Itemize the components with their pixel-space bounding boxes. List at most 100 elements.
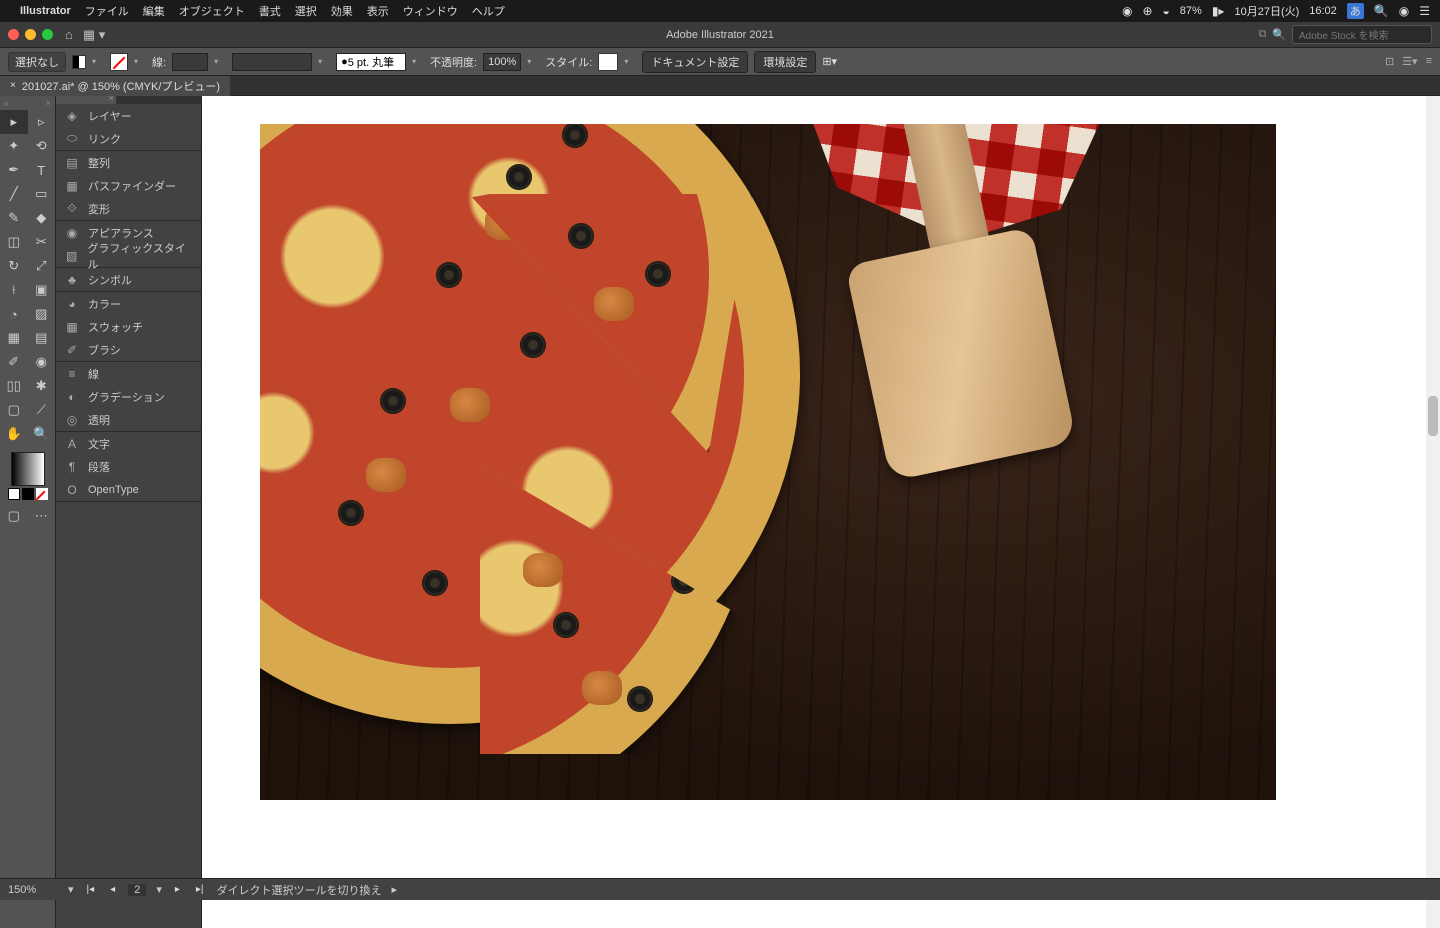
menu-effect[interactable]: 効果	[331, 3, 353, 19]
scale-tool[interactable]: ⤢	[28, 254, 56, 278]
color-mode[interactable]	[8, 488, 20, 500]
symbol-sprayer-tool[interactable]: ✱	[28, 374, 56, 398]
blend-tool[interactable]: ◉	[28, 350, 56, 374]
panel-item-グラデーション[interactable]: ◐グラデーション	[56, 385, 201, 408]
style-dropdown[interactable]: ▾	[624, 57, 636, 66]
home-button[interactable]: ⌂	[65, 27, 73, 42]
direct-selection-tool[interactable]: ▹	[28, 110, 56, 134]
zoom-window[interactable]	[42, 29, 53, 40]
menu-window[interactable]: ウィンドウ	[403, 3, 458, 19]
edit-toolbar[interactable]: ⋯	[28, 504, 56, 528]
opacity-field[interactable]: 100%	[483, 53, 521, 71]
document-setup-button[interactable]: ドキュメント設定	[642, 51, 748, 73]
shaper-tool[interactable]: ◆	[28, 206, 56, 230]
free-transform-tool[interactable]: ▣	[28, 278, 56, 302]
cc-icon[interactable]: ◉	[1122, 4, 1132, 18]
sync-icon[interactable]: ⊕	[1142, 4, 1152, 18]
scrollbar-thumb[interactable]	[1428, 396, 1438, 436]
artboard-dropdown[interactable]: ▾	[156, 883, 162, 896]
arrange-icon[interactable]: ☰▾	[1402, 55, 1417, 68]
panel-item-OpenType[interactable]: OOpenType	[56, 478, 201, 501]
panel-item-段落[interactable]: ¶段落	[56, 455, 201, 478]
menu-select[interactable]: 選択	[295, 3, 317, 19]
stock-search-input[interactable]: Adobe Stock を検索	[1292, 25, 1432, 44]
screen-mode[interactable]: ▢	[0, 504, 28, 528]
line-tool[interactable]: ╱	[0, 182, 28, 206]
control-center-icon[interactable]: ☰	[1419, 4, 1430, 18]
magic-wand-tool[interactable]: ✦	[0, 134, 28, 158]
canvas-area[interactable]	[202, 96, 1440, 928]
fill-swatch[interactable]	[72, 55, 86, 69]
arrange-documents[interactable]: ▦ ▾	[83, 27, 105, 43]
vertical-scrollbar[interactable]	[1426, 96, 1440, 928]
menu-file[interactable]: ファイル	[85, 3, 129, 19]
rectangle-tool[interactable]: ▭	[28, 182, 56, 206]
stroke-color-dropdown[interactable]: ▾	[134, 57, 146, 66]
tools-collapse[interactable]: «	[4, 98, 9, 108]
app-name[interactable]: Illustrator	[20, 5, 71, 17]
variable-width-profile[interactable]	[232, 53, 312, 71]
document-tab[interactable]: × 201027.ai* @ 150% (CMYK/プレビュー)	[0, 76, 230, 96]
zoom-level[interactable]: 150%	[8, 884, 58, 896]
preferences-button[interactable]: 環境設定	[754, 51, 816, 73]
minimize-window[interactable]	[25, 29, 36, 40]
artboard-number[interactable]: 2	[128, 884, 146, 896]
menubar-time[interactable]: 16:02	[1309, 5, 1337, 17]
panel-menu-icon[interactable]: ≡	[1426, 55, 1432, 68]
panel-item-変形[interactable]: ⟐変形	[56, 197, 201, 220]
opacity-dropdown[interactable]: ▾	[527, 57, 539, 66]
panel-item-透明[interactable]: ◎透明	[56, 408, 201, 431]
menu-help[interactable]: ヘルプ	[472, 3, 505, 19]
zoom-dropdown-icon[interactable]: ▾	[68, 883, 74, 896]
menu-object[interactable]: オブジェクト	[179, 3, 245, 19]
profile-dropdown[interactable]: ▾	[318, 57, 330, 66]
artboard-prev[interactable]: ◂	[107, 884, 118, 895]
stroke-weight-dropdown[interactable]: ▾	[214, 57, 226, 66]
panel-item-スウォッチ[interactable]: ▦スウォッチ	[56, 315, 201, 338]
panel-item-線[interactable]: ≡線	[56, 362, 201, 385]
menubar-date[interactable]: 10月27日(火)	[1234, 3, 1299, 19]
fill-stroke-indicator[interactable]	[11, 452, 45, 486]
fill-dropdown[interactable]: ▾	[92, 57, 104, 66]
artboard-last[interactable]: ▸|	[193, 884, 207, 895]
pen-tool[interactable]: ✒	[0, 158, 28, 182]
panel-item-ブラシ[interactable]: ✐ブラシ	[56, 338, 201, 361]
eyedropper-tool[interactable]: ✐	[0, 350, 28, 374]
brush-definition[interactable]: ● 5 pt. 丸筆	[336, 53, 406, 71]
wifi-icon[interactable]: ◒	[1163, 4, 1170, 18]
spotlight-icon[interactable]: 🔍	[1374, 4, 1389, 18]
mesh-tool[interactable]: ▦	[0, 326, 28, 350]
graphic-style-swatch[interactable]	[598, 53, 618, 71]
panel-item-カラー[interactable]: ◕カラー	[56, 292, 201, 315]
battery-icon[interactable]: ▮▸	[1212, 4, 1225, 18]
selection-status[interactable]: 選択なし	[8, 52, 66, 72]
panel-item-文字[interactable]: A文字	[56, 432, 201, 455]
artboard-tool[interactable]: ▢	[0, 398, 28, 422]
gradient-mode[interactable]	[22, 488, 34, 500]
shape-builder-tool[interactable]: ◔	[0, 302, 28, 326]
transform-icon[interactable]: ⊡	[1385, 55, 1394, 68]
none-mode[interactable]	[36, 488, 48, 500]
panel-item-レイヤー[interactable]: ◈レイヤー	[56, 104, 201, 127]
rotate-tool[interactable]: ↻	[0, 254, 28, 278]
menu-type[interactable]: 書式	[259, 3, 281, 19]
panel-item-パスファインダー[interactable]: ▦パスファインダー	[56, 174, 201, 197]
menu-view[interactable]: 表示	[367, 3, 389, 19]
width-tool[interactable]: ⟊	[0, 278, 28, 302]
ime-indicator[interactable]: あ	[1347, 3, 1364, 19]
paintbrush-tool[interactable]: ✎	[0, 206, 28, 230]
panel-tab-x[interactable]: ×	[46, 98, 51, 108]
panel-item-整列[interactable]: ▤整列	[56, 151, 201, 174]
zoom-tool[interactable]: 🔍	[28, 422, 56, 446]
type-tool[interactable]: T	[28, 158, 56, 182]
status-menu-icon[interactable]: ▸	[392, 883, 398, 896]
dock-tab[interactable]	[56, 96, 116, 104]
stroke-weight-field[interactable]	[172, 53, 208, 71]
menu-edit[interactable]: 編集	[143, 3, 165, 19]
align-to-icon[interactable]: ⊞▾	[822, 55, 837, 68]
artboard-next[interactable]: ▸	[172, 884, 183, 895]
eraser-tool[interactable]: ◫	[0, 230, 28, 254]
share-icon[interactable]: ⧉	[1258, 28, 1266, 41]
lasso-tool[interactable]: ⟲	[28, 134, 56, 158]
hand-tool[interactable]: ✋	[0, 422, 28, 446]
